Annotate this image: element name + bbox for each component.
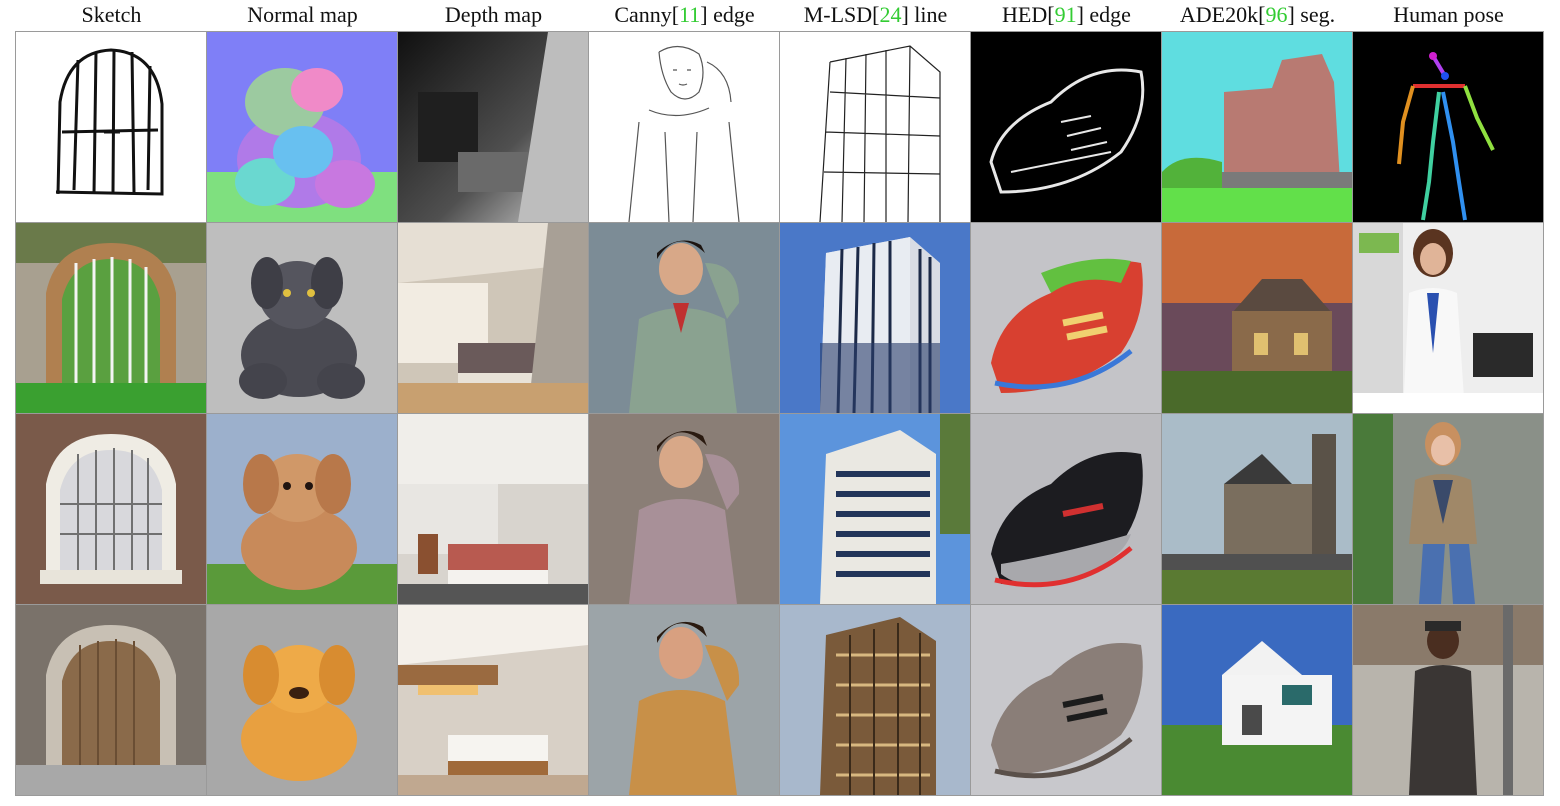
human-pose-result-image [1352, 604, 1544, 796]
label-text: M-LSD[ [803, 2, 880, 27]
label-text: ] edge [1076, 2, 1131, 27]
column-header-row: Sketch Normal map Depth map Canny[11] ed… [16, 0, 1550, 32]
depth-map-result-image [397, 413, 589, 605]
depth-map-result-image [397, 222, 589, 414]
hed-edge-input-image [970, 31, 1162, 223]
ade20k-seg-result-image [1161, 413, 1353, 605]
canny-edge-result-image [588, 413, 780, 605]
human-pose-result-image [1352, 413, 1544, 605]
mlsd-line-input-image [779, 31, 971, 223]
column-label-mlsd-line: M-LSD[24] line [780, 2, 971, 28]
canny-edge-input-image [588, 31, 780, 223]
ade20k-seg-result-image [1161, 604, 1353, 796]
label-text: ADE20k[ [1179, 2, 1266, 27]
mlsd-line-result-image [779, 222, 971, 414]
ade20k-seg-input-image [1161, 31, 1353, 223]
hed-edge-result-image [970, 413, 1162, 605]
mlsd-line-result-image [779, 413, 971, 605]
normal-map-result-image [206, 413, 398, 605]
hed-edge-result-image [970, 604, 1162, 796]
column-label-sketch: Sketch [81, 2, 142, 27]
normal-map-result-image [206, 222, 398, 414]
mlsd-line-result-image [779, 604, 971, 796]
citation-link[interactable]: 91 [1055, 2, 1077, 27]
depth-map-input-image [397, 31, 589, 223]
sketch-result-image [15, 222, 207, 414]
ade20k-seg-result-image [1161, 222, 1353, 414]
label-text: Canny[ [614, 2, 680, 27]
hed-edge-result-image [970, 222, 1162, 414]
column-label-hed-edge: HED[91] edge [971, 2, 1162, 28]
column-label-human-pose: Human pose [1393, 2, 1504, 27]
column-label-normal-map: Normal map [247, 2, 358, 27]
citation-link[interactable]: 24 [879, 2, 901, 27]
label-text: ] edge [700, 2, 755, 27]
sketch-input-image [15, 31, 207, 223]
human-pose-result-image [1352, 222, 1544, 414]
label-text: HED[ [1002, 2, 1055, 27]
sketch-result-image [15, 604, 207, 796]
label-text: ] line [901, 2, 948, 27]
citation-link[interactable]: 11 [679, 2, 700, 27]
canny-edge-result-image [588, 222, 780, 414]
human-pose-input-image [1352, 31, 1544, 223]
canny-edge-result-image [588, 604, 780, 796]
depth-map-result-image [397, 604, 589, 796]
column-label-ade20k-seg: ADE20k[96] seg. [1162, 2, 1353, 28]
column-label-depth-map: Depth map [444, 2, 543, 27]
normal-map-input-image [206, 31, 398, 223]
normal-map-result-image [206, 604, 398, 796]
sketch-result-image [15, 413, 207, 605]
label-text: ] seg. [1287, 2, 1336, 27]
column-label-canny-edge: Canny[11] edge [589, 2, 780, 28]
figure-grid: Sketch Normal map Depth map Canny[11] ed… [0, 0, 1560, 806]
citation-link[interactable]: 96 [1265, 2, 1287, 27]
